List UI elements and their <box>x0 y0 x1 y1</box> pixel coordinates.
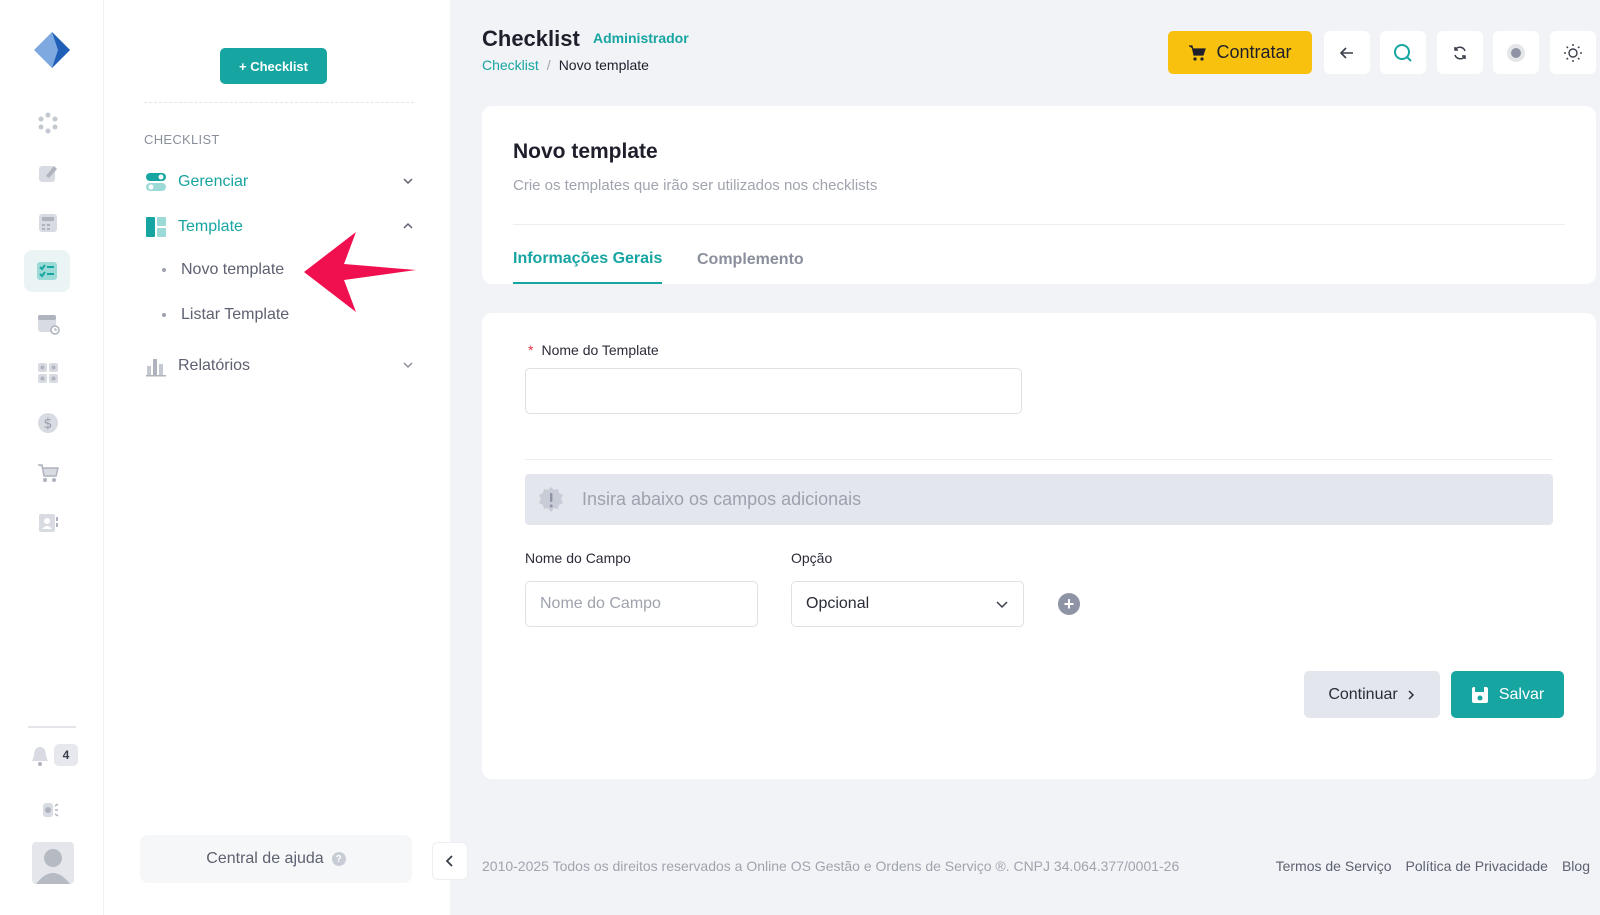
calculator-icon[interactable] <box>30 205 66 241</box>
contratar-label: Contratar <box>1216 42 1292 62</box>
chevron-right-icon <box>1408 689 1414 700</box>
subitem-label: Novo template <box>181 261 285 278</box>
light-mode-button[interactable] <box>1550 31 1596 74</box>
dashboard-icon[interactable] <box>30 105 66 141</box>
toggle-icon <box>144 170 168 194</box>
sidebar-item-label: Relatórios <box>178 357 251 374</box>
red-arrow-annotation <box>304 232 416 312</box>
sidebar-section-title: CHECKLIST <box>144 132 220 147</box>
sidebar: + Checklist CHECKLIST Gerenciar Template… <box>104 0 450 915</box>
sun-icon <box>1564 43 1582 62</box>
tab-complemento[interactable]: Complemento <box>697 236 804 284</box>
user-avatar[interactable] <box>32 842 74 884</box>
field-name-input[interactable] <box>525 581 758 627</box>
search-button[interactable] <box>1380 31 1426 74</box>
breadcrumb-current: Novo template <box>558 57 649 73</box>
breadcrumb: Checklist / Novo template <box>482 57 649 73</box>
rail-divider <box>28 726 76 728</box>
chevron-down-icon <box>402 358 414 376</box>
blog-link[interactable]: Blog <box>1562 858 1590 874</box>
contratar-button[interactable]: Contratar <box>1168 31 1312 74</box>
template-name-input[interactable] <box>525 368 1022 414</box>
continue-button[interactable]: Continuar <box>1304 671 1440 718</box>
option-select-value: Opcional <box>806 595 870 612</box>
warning-badge-icon <box>539 486 563 512</box>
add-field-button[interactable]: + <box>1058 593 1080 615</box>
help-center-button[interactable]: Central de ajuda ? <box>140 835 412 883</box>
arrow-left-icon <box>1339 46 1353 59</box>
template-icon <box>144 215 168 239</box>
card-divider <box>513 224 1565 225</box>
refresh-icon <box>1454 45 1466 60</box>
edit-icon[interactable] <box>30 155 66 191</box>
search-icon <box>1394 43 1412 62</box>
refresh-button[interactable] <box>1437 31 1483 74</box>
icon-rail: $ 4 <box>0 0 104 915</box>
breadcrumb-separator: / <box>546 57 551 73</box>
finance-icon[interactable]: $ <box>30 405 66 441</box>
template-form-card: * Nome do Template Insira abaixo os campo… <box>482 313 1596 779</box>
chevron-left-icon <box>445 855 453 867</box>
sidebar-item-label: Gerenciar <box>178 173 249 190</box>
sidebar-subitem-novo-template[interactable]: Novo template <box>162 261 284 279</box>
option-label: Opção <box>791 550 833 566</box>
terms-link[interactable]: Termos de Serviço <box>1276 858 1392 874</box>
role-label: Administrador <box>593 30 689 46</box>
required-mark: * <box>528 342 534 358</box>
breadcrumb-root-link[interactable]: Checklist <box>482 57 539 73</box>
chevron-down-icon <box>996 601 1008 609</box>
footer-links: Termos de Serviço Política de Privacidad… <box>1276 858 1590 874</box>
checklist-icon[interactable] <box>24 250 70 292</box>
save-label: Salvar <box>1498 685 1545 703</box>
additional-fields-alert: Insira abaixo os campos adicionais <box>525 474 1553 525</box>
collapse-sidebar-button[interactable] <box>432 842 468 880</box>
field-name-label: Nome do Campo <box>525 550 631 566</box>
svg-text:$: $ <box>44 416 53 432</box>
cart-icon[interactable] <box>30 455 66 491</box>
template-header-card: Novo template Crie os templates que irão… <box>482 106 1596 284</box>
sidebar-divider <box>144 102 414 103</box>
template-name-label-text: Nome do Template <box>541 342 659 358</box>
chevron-down-icon <box>402 174 414 192</box>
tab-informacoes-gerais[interactable]: Informações Gerais <box>513 236 663 284</box>
help-label: Central de ajuda <box>206 850 324 867</box>
footer-copyright: 2010-2025 Todos os direitos reservados a… <box>482 858 1180 874</box>
continue-label: Continuar <box>1328 685 1398 703</box>
form-divider <box>525 459 1553 460</box>
alert-text: Insira abaixo os campos adicionais <box>582 489 862 509</box>
page-title: Checklist <box>482 26 580 51</box>
theme-button[interactable] <box>1493 31 1539 74</box>
subitem-label: Listar Template <box>181 306 290 323</box>
save-button[interactable]: Salvar <box>1451 671 1564 718</box>
sidebar-item-relatorios[interactable]: Relatórios <box>144 350 414 382</box>
card-subtitle: Crie os templates que irão ser utilizado… <box>513 177 878 194</box>
bullet <box>162 313 166 317</box>
cart-icon <box>1189 44 1207 61</box>
question-icon: ? <box>331 852 346 866</box>
contacts-icon[interactable] <box>30 505 66 541</box>
sidebar-subitem-listar-template[interactable]: Listar Template <box>162 306 289 324</box>
sidebar-item-gerenciar[interactable]: Gerenciar <box>144 166 414 198</box>
bar-chart-icon <box>144 354 168 378</box>
back-button[interactable] <box>1324 31 1370 74</box>
option-select[interactable]: Opcional <box>791 581 1024 627</box>
bullet <box>162 268 166 272</box>
notification-count-badge: 4 <box>54 744 78 766</box>
calendar-icon[interactable] <box>30 305 66 341</box>
privacy-link[interactable]: Política de Privacidade <box>1406 858 1548 874</box>
alarm-icon[interactable] <box>30 792 66 828</box>
save-icon <box>1471 686 1488 703</box>
template-name-label: * Nome do Template <box>528 342 659 358</box>
bell-icon[interactable] <box>22 738 58 774</box>
card-title: Novo template <box>513 140 658 163</box>
target-icon <box>1507 43 1525 62</box>
app-logo[interactable] <box>32 30 72 70</box>
new-checklist-button[interactable]: + Checklist <box>220 48 327 84</box>
apps-icon[interactable] <box>30 355 66 391</box>
sidebar-item-label: Template <box>178 218 243 235</box>
